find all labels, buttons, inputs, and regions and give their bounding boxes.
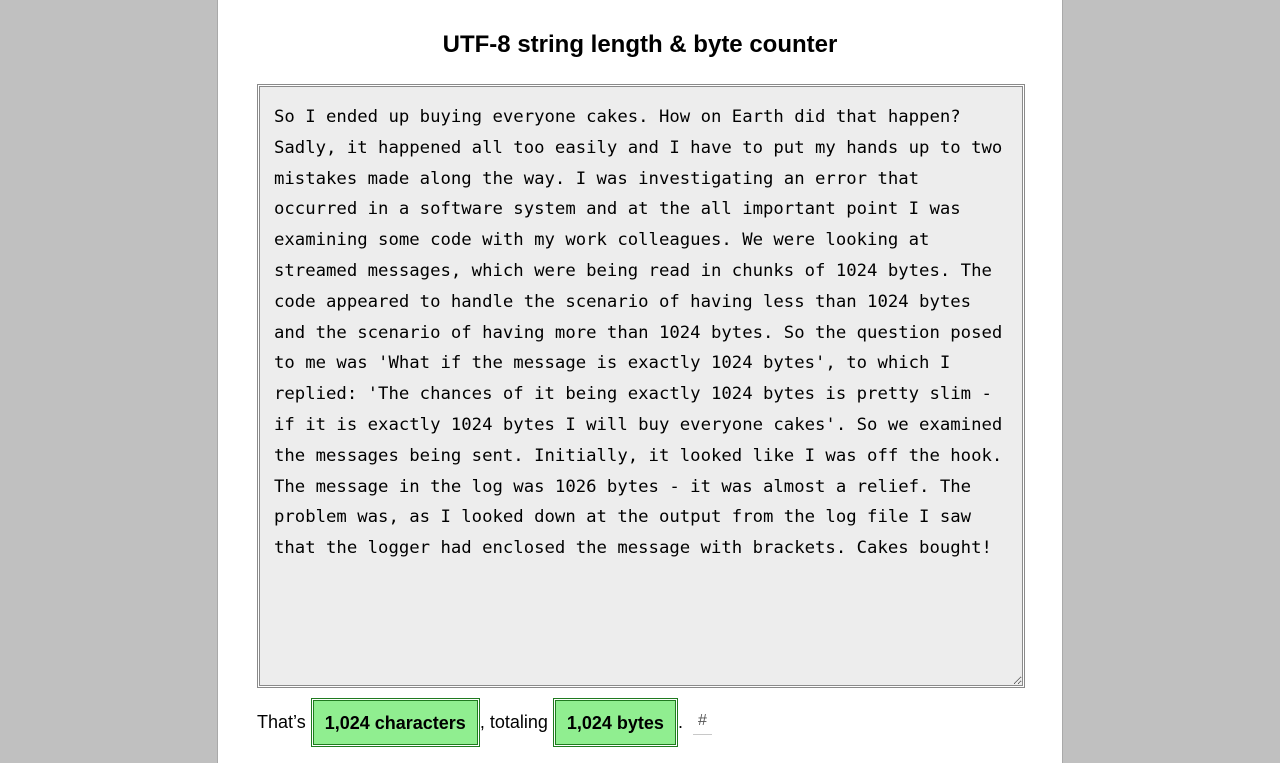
text-input[interactable] [259, 86, 1023, 686]
text-input-wrapper [257, 84, 1025, 688]
byte-count-badge: 1,024 bytes [552, 697, 678, 747]
page-title: UTF-8 string length & byte counter [442, 31, 838, 58]
summary-middle: , totaling [479, 711, 553, 732]
summary-prefix: That’s [257, 711, 311, 732]
result-summary: That’s 1,024 characters, totaling 1,024 … [257, 697, 712, 747]
summary-suffix: . [677, 711, 683, 732]
permalink-link[interactable]: # [692, 710, 712, 735]
byte-count: 1,024 bytes [554, 699, 676, 745]
page-container: UTF-8 string length & byte counter That’… [217, 0, 1063, 763]
character-count: 1,024 characters [312, 699, 478, 745]
character-count-badge: 1,024 characters [310, 697, 480, 747]
